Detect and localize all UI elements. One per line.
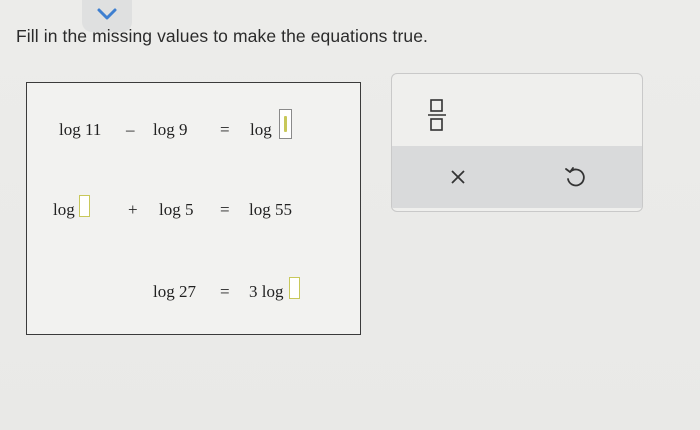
clear-icon — [447, 170, 469, 192]
action-bar — [392, 146, 642, 208]
row2-term-b: log 5 — [159, 200, 194, 219]
row2-operator: + — [128, 200, 138, 219]
row1-term-b: log 9 — [153, 120, 188, 139]
fraction-button[interactable] — [426, 98, 448, 136]
row3-term-a: log 27 — [153, 282, 196, 301]
row2-term-a-prefix: log — [53, 200, 75, 219]
row1-equals: = — [220, 120, 230, 139]
row2-result: log 55 — [249, 200, 292, 219]
row1-term-a: log 11 — [59, 120, 102, 139]
clear-button[interactable] — [447, 166, 469, 188]
chevron-down-icon — [96, 7, 118, 26]
undo-icon — [562, 167, 588, 194]
row1-operator: – — [126, 120, 135, 139]
math-toolbar — [391, 73, 643, 212]
row2-equals: = — [220, 200, 230, 219]
instruction-text: Fill in the missing values to make the e… — [16, 26, 428, 46]
row3-equals: = — [220, 282, 230, 301]
fraction-template-icon — [426, 99, 448, 136]
row1-result-prefix: log — [250, 120, 272, 139]
row2-answer-input[interactable] — [79, 195, 90, 217]
row3-answer-input[interactable] — [289, 277, 300, 299]
row3-result-prefix: 3 log — [249, 282, 284, 301]
undo-button[interactable] — [562, 164, 588, 190]
input-cursor — [284, 116, 287, 132]
equation-panel: log 11 – log 9 = log log + log 5 = log 5… — [26, 82, 361, 335]
